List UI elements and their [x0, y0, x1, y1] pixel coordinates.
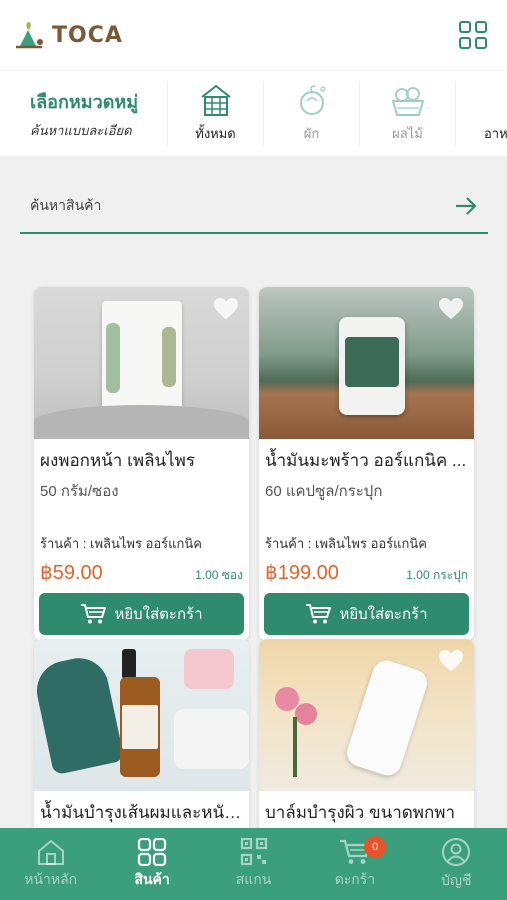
- nav-label: บัญชี: [441, 871, 472, 888]
- product-image[interactable]: [34, 639, 249, 791]
- product-price: ฿59.00: [40, 562, 103, 584]
- toca-leaf-icon: [16, 22, 43, 49]
- add-to-cart-button[interactable]: หยิบใส่ตะกร้า: [264, 593, 469, 635]
- product-unit: 50 กรัม/ซอง: [40, 483, 119, 500]
- account-icon: [442, 837, 471, 866]
- qr-code-icon: [240, 837, 267, 865]
- category-vegetable[interactable]: ผัก: [264, 81, 360, 146]
- arrow-right-icon[interactable]: [454, 196, 478, 216]
- nav-label: สแกน: [235, 870, 272, 887]
- product-image[interactable]: [259, 639, 474, 791]
- product-unit: 60 แคปซูล/กระปุก: [265, 483, 383, 500]
- category-food[interactable]: อาห: [456, 82, 507, 146]
- favorite-heart-icon[interactable]: [213, 297, 239, 321]
- product-qty: 1.00 กระปุก: [406, 568, 468, 582]
- all-products-icon: [200, 84, 231, 116]
- product-image[interactable]: [259, 287, 474, 439]
- category-label: ผัก: [303, 126, 320, 141]
- cart-count-badge: 0: [364, 836, 387, 858]
- category-bar: เลือกหมวดหมู่ ค้นหาแบบละเอียด ทั้งหมด ผั…: [0, 70, 507, 156]
- price-row: ฿199.00 1.00 กระปุก: [259, 554, 474, 585]
- product-qty: 1.00 ซอง: [195, 568, 243, 582]
- add-to-cart-button[interactable]: หยิบใส่ตะกร้า: [39, 593, 244, 635]
- cart-icon: [81, 604, 107, 624]
- product-card[interactable]: ผงพอกหน้า เพลินไพร 50 กรัม/ซอง ร้านค้า :…: [34, 287, 249, 641]
- category-label: ทั้งหมด: [195, 126, 236, 141]
- product-shop: ร้านค้า : เพลินไพร ออร์แกนิค: [40, 536, 202, 551]
- add-to-cart-label: หยิบใส่ตะกร้า: [339, 606, 428, 623]
- category-heading: เลือกหมวดหมู่ ค้นหาแบบละเอียด: [0, 81, 168, 146]
- product-name: ผงพอกหน้า เพลินไพร: [40, 451, 196, 470]
- category-all[interactable]: ทั้งหมด: [168, 81, 264, 146]
- nav-products[interactable]: สินค้า: [101, 828, 202, 900]
- category-subtitle: ค้นหาแบบละเอียด: [30, 122, 132, 138]
- search-input[interactable]: ค้นหาสินค้า: [30, 195, 101, 217]
- product-name: น้ำมันบำรุงเส้นผมและหนัง...: [40, 803, 247, 822]
- price-row: ฿59.00 1.00 ซอง: [34, 554, 249, 585]
- nav-label: หน้าหลัก: [24, 870, 78, 887]
- nav-account[interactable]: บัญชี: [406, 828, 507, 900]
- nav-label: สินค้า: [134, 870, 170, 887]
- grid-icon: [138, 837, 167, 866]
- search-bar[interactable]: ค้นหาสินค้า: [20, 180, 488, 234]
- nav-home[interactable]: หน้าหลัก: [0, 828, 101, 900]
- nav-scan[interactable]: สแกน: [203, 828, 304, 900]
- nav-label: ตะกร้า: [334, 870, 376, 887]
- vegetable-icon: [299, 85, 326, 115]
- add-to-cart-label: หยิบใส่ตะกร้า: [114, 606, 203, 623]
- product-price: ฿199.00: [265, 562, 339, 584]
- product-card[interactable]: น้ำมันมะพร้าว ออร์แกนิค ... 60 แคปซูล/กร…: [259, 287, 474, 641]
- product-name: บาล์มบำรุงผิว ขนาดพกพา: [265, 803, 456, 822]
- product-name: น้ำมันมะพร้าว ออร์แกนิค ...: [265, 451, 467, 470]
- category-label: อาห: [484, 126, 507, 141]
- category-label: ผลไม้: [392, 126, 423, 141]
- product-card[interactable]: บาล์มบำรุงผิว ขนาดพกพา: [259, 639, 474, 839]
- product-card[interactable]: น้ำมันบำรุงเส้นผมและหนัง...: [34, 639, 249, 839]
- favorite-heart-icon[interactable]: [438, 297, 464, 321]
- app-logo[interactable]: TOCA: [14, 20, 123, 50]
- nav-cart[interactable]: 0 ตะกร้า: [304, 828, 405, 900]
- cart-icon: [306, 604, 332, 624]
- menu-grid-icon[interactable]: [459, 21, 487, 49]
- fruit-basket-icon: [391, 87, 424, 116]
- category-title: เลือกหมวดหมู่: [30, 91, 139, 112]
- category-fruit[interactable]: ผลไม้: [360, 81, 456, 146]
- bottom-navigation: หน้าหลัก สินค้า สแกน 0 ตะกร้า บัญชี: [0, 828, 507, 900]
- home-icon: [37, 839, 64, 865]
- favorite-heart-icon[interactable]: [438, 649, 464, 673]
- app-header: TOCA: [0, 0, 507, 70]
- product-shop: ร้านค้า : เพลินไพร ออร์แกนิค: [265, 536, 427, 551]
- app-name: TOCA: [52, 22, 123, 48]
- product-image[interactable]: [34, 287, 249, 439]
